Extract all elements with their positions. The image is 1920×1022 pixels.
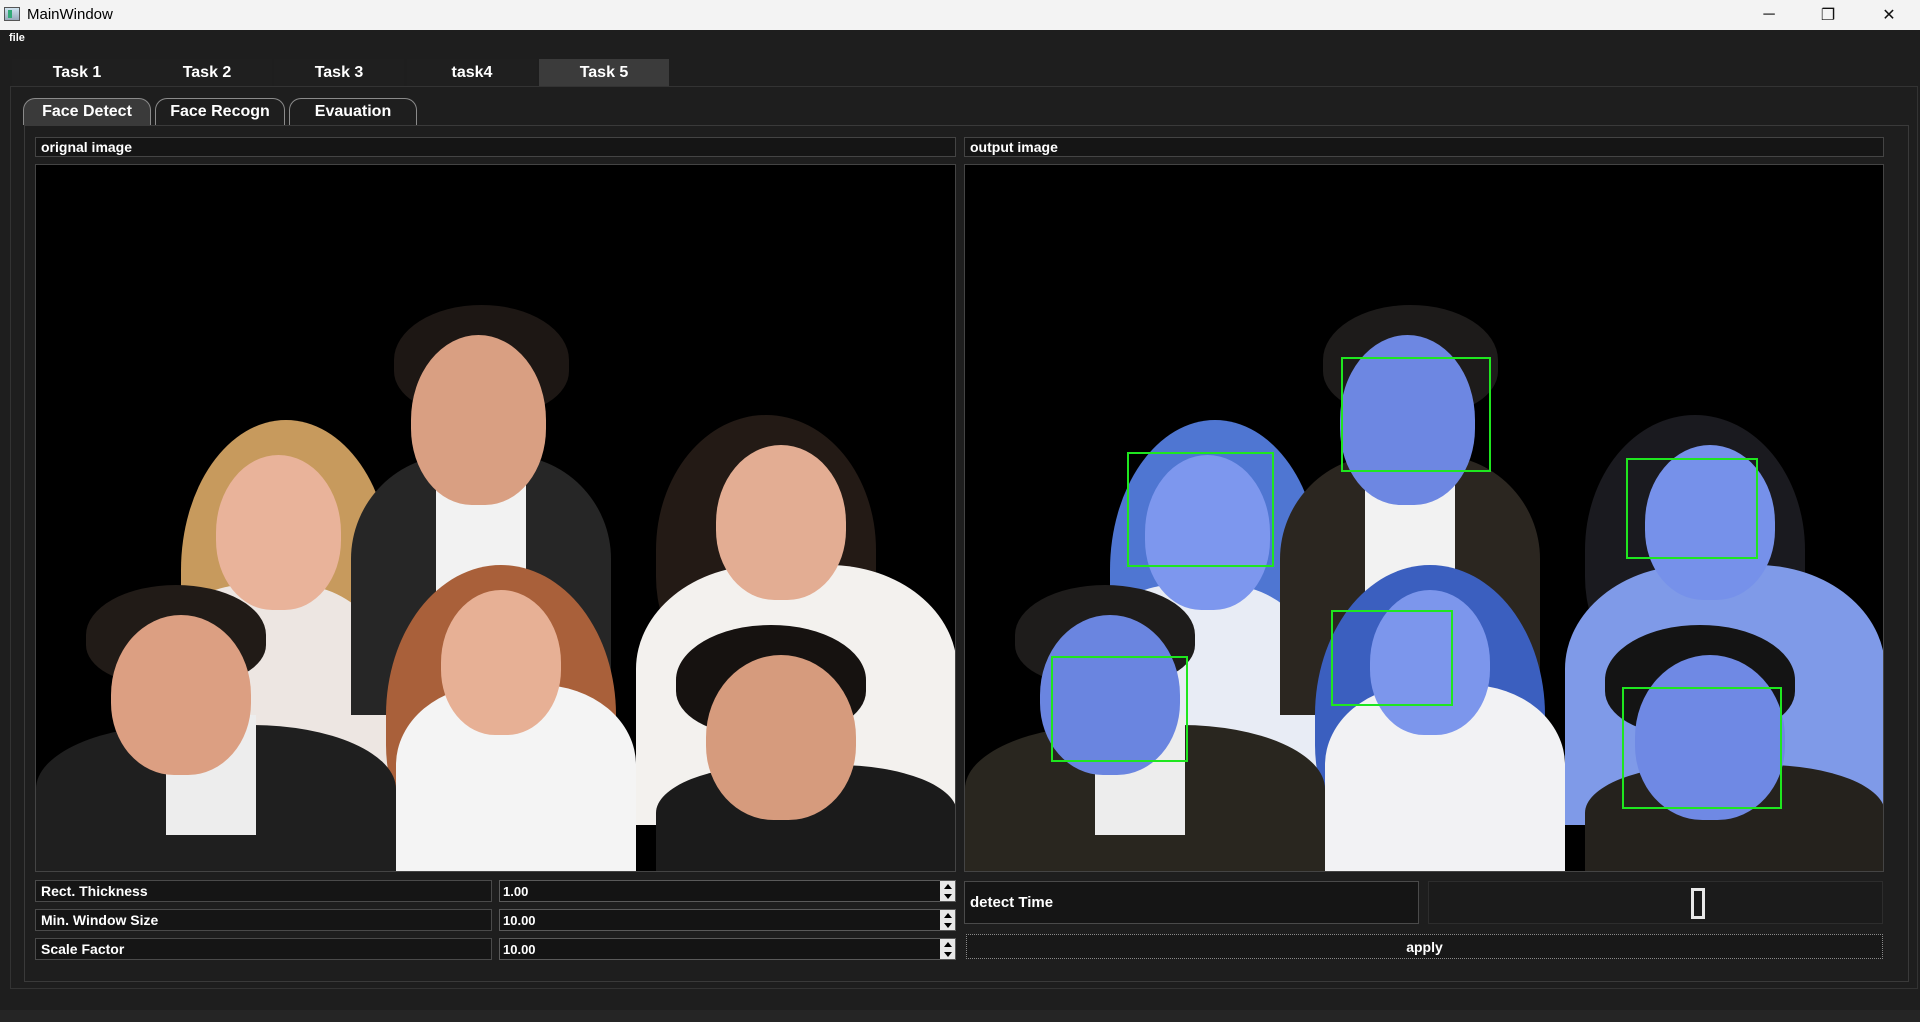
maximize-button[interactable]: ❐ [1800,0,1856,30]
window-title: MainWindow [27,6,113,23]
rect-thickness-value[interactable]: 1.00 [503,884,528,899]
min-window-size-label: Min. Window Size [35,909,492,931]
minimize-button[interactable]: ─ [1741,0,1797,30]
menu-bar: file [0,30,1920,48]
face-box [1331,610,1453,706]
close-button[interactable]: ✕ [1861,0,1917,30]
rect-thickness-spinbox[interactable]: 1.00 [499,880,956,902]
status-bar [0,1010,1920,1022]
tab-task-5[interactable]: Task 5 [539,59,669,86]
tab-face-recogn[interactable]: Face Recogn [155,98,285,125]
spin-up-icon[interactable] [943,883,952,889]
original-image [35,164,956,872]
spin-arrows[interactable] [940,910,955,930]
tab-task-1[interactable]: Task 1 [12,59,142,86]
tab-task-3[interactable]: Task 3 [274,59,404,86]
tab-task-4[interactable]: task4 [407,59,537,86]
scale-factor-spinbox[interactable]: 10.00 [499,938,956,960]
spin-down-icon[interactable] [943,893,952,899]
lcd-digit [1691,888,1705,919]
detect-time-display [1428,881,1883,924]
detect-time-label: detect Time [964,881,1419,924]
scale-factor-label: Scale Factor [35,938,492,960]
spin-up-icon[interactable] [943,912,952,918]
face-box [1622,687,1782,809]
face-box [1341,357,1491,472]
face-box [1051,656,1188,762]
tab-task-2[interactable]: Task 2 [142,59,272,86]
tab-face-detect[interactable]: Face Detect [23,98,151,125]
spin-down-icon[interactable] [943,922,952,928]
face-box [1127,452,1274,567]
spin-up-icon[interactable] [943,941,952,947]
min-window-size-value[interactable]: 10.00 [503,913,536,928]
spin-arrows[interactable] [940,939,955,959]
scale-factor-value[interactable]: 10.00 [503,942,536,957]
title-bar: MainWindow ─ ❐ ✕ [0,0,1920,30]
tab-evaluation[interactable]: Evauation [289,98,417,125]
app-icon [4,7,20,21]
menu-file[interactable]: file [9,32,25,44]
original-image-label: orignal image [35,137,956,157]
spin-down-icon[interactable] [943,951,952,957]
face-box [1626,458,1758,559]
min-window-size-spinbox[interactable]: 10.00 [499,909,956,931]
rect-thickness-label: Rect. Thickness [35,880,492,902]
apply-button[interactable]: apply [966,934,1883,959]
spin-arrows[interactable] [940,881,955,901]
output-image-label: output image [964,137,1884,157]
output-image [964,164,1884,872]
